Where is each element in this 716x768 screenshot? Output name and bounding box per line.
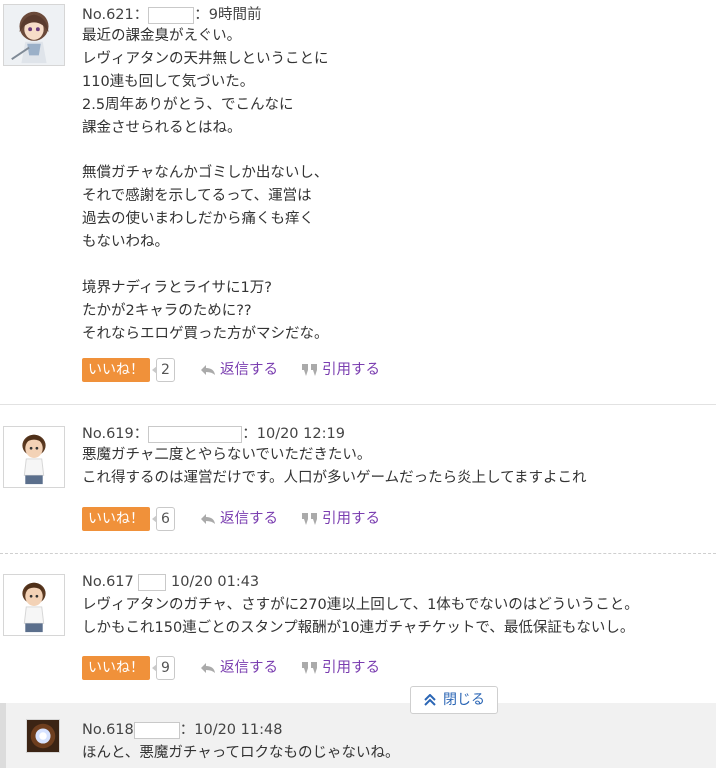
- post-meta: No.619： ：10/20 12:19: [82, 425, 345, 443]
- like-button[interactable]: いいね！: [82, 358, 150, 382]
- avatar-boy[interactable]: [3, 574, 65, 636]
- reply-time: ：10/20 11:48: [179, 722, 283, 738]
- post-meta: No.617 10/20 01:43: [82, 572, 259, 592]
- reply-arrow-icon: [201, 514, 215, 524]
- body-line: たかが2キャラのために??: [82, 302, 252, 319]
- like-button[interactable]: いいね！: [82, 656, 150, 680]
- avatar-anime-girl[interactable]: [3, 4, 65, 66]
- reply-label: 返信する: [220, 362, 278, 378]
- quote-label: 引用する: [322, 660, 380, 676]
- body-line: それで感謝を示してるって、運営は: [82, 188, 312, 205]
- reply-number[interactable]: No.618: [82, 722, 134, 738]
- body-line: しかもこれ150連ごとのスタンプ報酬が10連ガチャチケットで、最低保証もないし。: [82, 619, 635, 636]
- reply-arrow-icon: [201, 663, 215, 673]
- reply-button[interactable]: 返信する: [200, 358, 278, 382]
- post-time: 10/20 01:43: [170, 574, 260, 590]
- post-body: 最近の課金臭がえぐい。 レヴィアタンの天井無しということに 110連も回して気づ…: [82, 25, 329, 345]
- post-divider: [0, 404, 716, 405]
- body-line: 課金させられるとはね。: [82, 119, 242, 136]
- quote-icon: [302, 512, 317, 525]
- body-line: これ得するのは運営だけです。人口が多いゲームだったら炎上してますよこれ: [82, 469, 587, 486]
- quote-button[interactable]: 引用する: [302, 507, 380, 531]
- quote-button[interactable]: 引用する: [302, 656, 380, 680]
- like-button[interactable]: いいね！: [82, 507, 150, 531]
- reply-label: 返信する: [220, 660, 278, 676]
- redacted-username: [148, 6, 195, 24]
- reply-arrow-icon: [201, 365, 215, 375]
- body-line: [82, 254, 329, 277]
- post-divider: [0, 553, 716, 554]
- quote-label: 引用する: [322, 511, 380, 527]
- like-count: 6: [152, 507, 175, 531]
- reply-button[interactable]: 返信する: [200, 507, 278, 531]
- body-line: それならエロゲ買った方がマシだな。: [82, 325, 329, 342]
- body-line: 悪魔ガチャ二度とやらないでいただきたい。: [82, 447, 372, 463]
- body-line: 過去の使いまわしだから痛くも痒く: [82, 211, 314, 228]
- like-count: 9: [152, 656, 175, 680]
- post-body: レヴィアタンのガチャ、さすがに270連以上回して、1体もでないのはどういうこと。…: [82, 594, 639, 640]
- body-line: [82, 139, 329, 162]
- like-count: 2: [152, 358, 175, 382]
- quote-label: 引用する: [322, 362, 380, 378]
- nested-reply: No.618 ：10/20 11:48 ほんと、悪魔ガチャってロクなものじゃないね…: [0, 703, 716, 768]
- double-chevron-up-icon: [424, 693, 436, 706]
- post-number[interactable]: No.617: [82, 574, 134, 590]
- reply-meta: No.618 ：10/20 11:48: [82, 720, 282, 740]
- collapse-button[interactable]: 閉じる: [410, 686, 498, 714]
- quote-icon: [302, 661, 317, 674]
- body-line: 2.5周年ありがとう、でこんなに: [82, 96, 294, 113]
- reply-body: ほんと、悪魔ガチャってロクなものじゃないね。: [82, 742, 400, 765]
- body-line: ほんと、悪魔ガチャってロクなものじゃないね。: [82, 745, 400, 761]
- body-line: レヴィアタンのガチャ、さすがに270連以上回して、1体もでないのはどういうこと。: [82, 597, 639, 613]
- reply-button[interactable]: 返信する: [200, 656, 278, 680]
- post-meta: No.621： ：9時間前: [82, 6, 262, 24]
- avatar-orb[interactable]: [26, 719, 60, 753]
- body-line: 最近の課金臭がえぐい。: [82, 28, 242, 44]
- reply-label: 返信する: [220, 511, 278, 527]
- redacted-username: [148, 425, 243, 443]
- body-line: もないわね。: [82, 234, 169, 251]
- redacted-username: [138, 573, 167, 591]
- body-line: 110連も回して気づいた。: [82, 73, 255, 90]
- redacted-username: [133, 721, 180, 739]
- body-line: レヴィアタンの天井無しということに: [82, 50, 329, 67]
- post-number[interactable]: No.621: [82, 7, 134, 23]
- avatar-boy[interactable]: [3, 426, 65, 488]
- quote-icon: [302, 363, 317, 376]
- post-body: 悪魔ガチャ二度とやらないでいただきたい。 これ得するのは運営だけです。人口が多い…: [82, 444, 586, 490]
- post-time: ：9時間前: [194, 7, 262, 23]
- post-time: ：10/20 12:19: [242, 426, 345, 442]
- collapse-label: 閉じる: [443, 692, 485, 708]
- body-line: 境界ナディラとライサに1万?: [82, 279, 272, 296]
- body-line: 無償ガチャなんかゴミしか出ないし、: [82, 165, 329, 182]
- quote-button[interactable]: 引用する: [302, 358, 380, 382]
- post-number[interactable]: No.619: [82, 426, 134, 442]
